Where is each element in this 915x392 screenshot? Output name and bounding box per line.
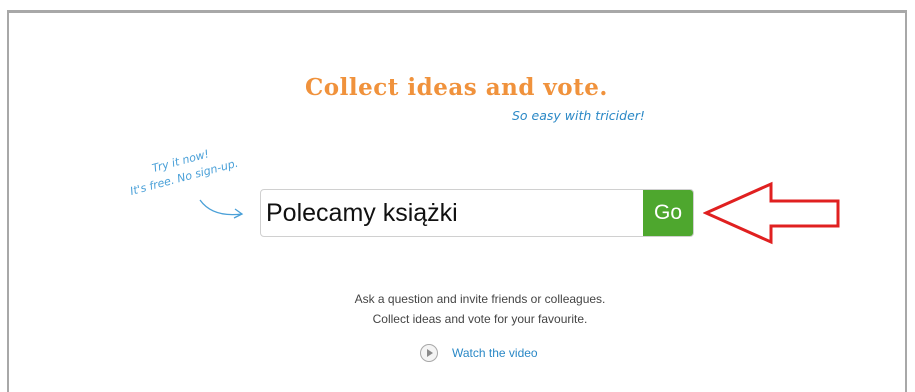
description-line-2: Collect ideas and vote for your favourit… (372, 312, 588, 326)
description: Ask a question and invite friends or col… (300, 289, 660, 329)
red-annotation-arrow-icon (703, 181, 840, 245)
headline: Collect ideas and vote. (305, 74, 608, 101)
play-circle-icon (420, 344, 438, 362)
watch-video-label: Watch the video (452, 346, 538, 360)
question-input[interactable] (261, 190, 643, 236)
watch-video-link[interactable]: Watch the video (420, 344, 538, 362)
tagline: So easy with tricider! (512, 108, 645, 123)
go-button[interactable]: Go (643, 190, 693, 236)
hint-arrow-icon (199, 199, 244, 219)
question-search-bar: Go (260, 189, 694, 237)
description-line-1: Ask a question and invite friends or col… (354, 292, 606, 306)
